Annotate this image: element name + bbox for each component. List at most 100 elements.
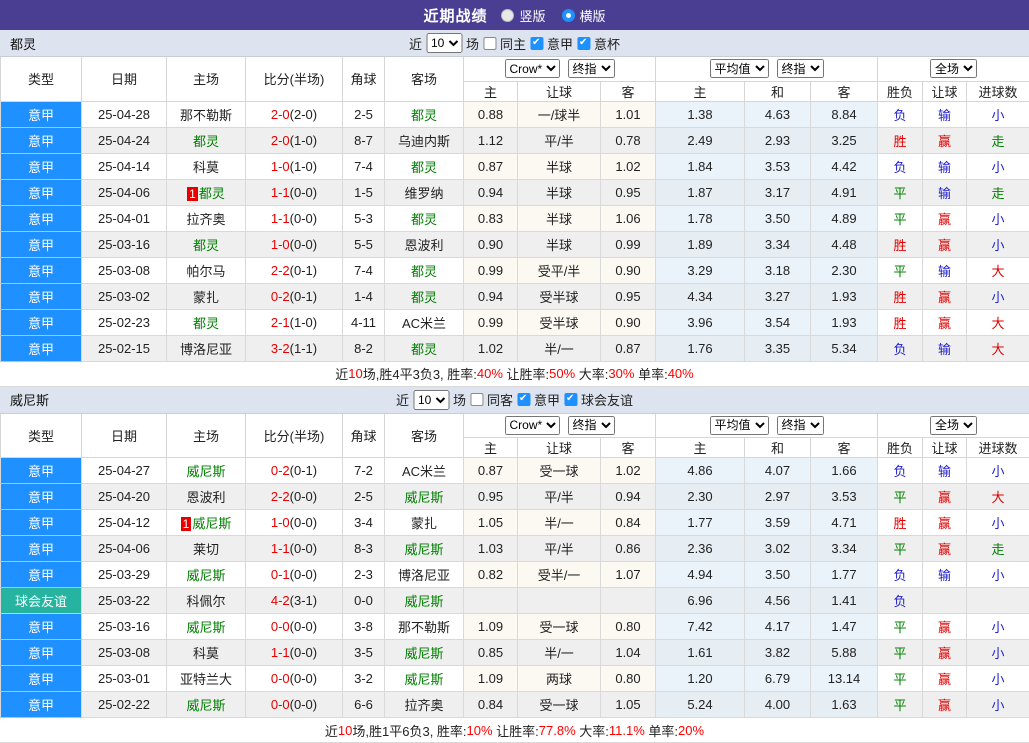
match-type-cell: 意甲 [1,257,82,283]
result-cell: 小 [967,692,1029,718]
average-stage-select[interactable]: 终指 [777,59,824,78]
corner-cell: 3-8 [343,614,385,640]
match-type-cell: 意甲 [1,335,82,361]
bookmaker-odds-cell [601,588,656,614]
average-stage-select[interactable]: 终指 [777,416,824,435]
average-odds-cell: 3.35 [745,335,811,361]
table-row: 意甲25-03-08帕尔马2-2(0-1)7-4都灵0.99受平/半0.903.… [1,257,1029,283]
fulltime-select[interactable]: 全场 [930,59,977,78]
summary-segment: 让胜率: [493,721,539,740]
serie-a-checkbox[interactable] [517,393,530,406]
average-odds-cell: 1.63 [811,692,878,718]
recent-count-select[interactable]: 10 [413,390,449,410]
sub-avg-draw: 和 [745,81,811,101]
average-odds-cell: 3.82 [745,640,811,666]
col-date: 日期 [82,414,167,458]
average-select[interactable]: 平均值 [710,416,769,435]
bookmaker-odds-cell: 0.87 [601,335,656,361]
summary-segment: 20% [678,723,704,738]
bookmaker-select[interactable]: Crow* [505,416,560,435]
result-cell: 负 [878,588,923,614]
club-friendly-checkbox[interactable] [564,393,577,406]
sub-goals: 进球数 [967,81,1029,101]
corner-cell: 8-7 [343,127,385,153]
average-odds-cell: 6.96 [656,588,745,614]
summary-segment: 大率: [575,364,608,383]
home-team-cell: 恩波利 [167,484,246,510]
summary-segment: 10 [348,366,362,381]
summary-segment: 30% [608,366,634,381]
col-corner: 角球 [343,57,385,101]
average-odds-cell: 1.61 [656,640,745,666]
result-cell: 赢 [923,283,967,309]
corner-cell: 1-5 [343,179,385,205]
match-date-cell: 25-04-01 [82,205,167,231]
away-team-cell: 威尼斯 [385,536,464,562]
coppa-checkbox[interactable] [577,37,590,50]
same-away-checkbox[interactable] [470,393,483,406]
col-score: 比分(半场) [246,57,343,101]
bookmaker-odds-cell: 0.78 [601,127,656,153]
table-row: 意甲25-03-16威尼斯0-0(0-0)3-8那不勒斯1.09受一球0.807… [1,614,1029,640]
away-team-cell: 都灵 [385,283,464,309]
radio-unselected-icon[interactable] [501,9,514,22]
bookmaker-select[interactable]: Crow* [505,59,560,78]
bookmaker-odds-cell: 半球 [518,231,601,257]
bookmaker-odds-cell: 1.02 [601,458,656,484]
result-cell: 大 [967,335,1029,361]
fulltime-group: 全场 [878,414,1029,438]
same-home-label: 同主 [500,34,526,53]
away-team-cell: 威尼斯 [385,484,464,510]
score-cell: 2-0(1-0) [246,127,343,153]
home-team-cell: 1都灵 [167,179,246,205]
odds-stage-select[interactable]: 终指 [568,59,615,78]
bookmaker-odds-cell: 0.86 [601,536,656,562]
recent-count-select[interactable]: 10 [426,33,462,53]
bookmaker-odds-cell: 0.90 [601,309,656,335]
average-select[interactable]: 平均值 [710,59,769,78]
bookmaker-odds-cell: 1.03 [464,536,518,562]
corner-cell: 7-4 [343,153,385,179]
recent-results-page: 近期战绩 竖版 横版 都灵 近 10 场 同主 意甲 意杯 [0,0,1029,743]
table-row: 意甲25-03-08科莫1-1(0-0)3-5威尼斯0.85半/一1.041.6… [1,640,1029,666]
result-cell [967,588,1029,614]
bookmaker-odds-cell: 0.90 [601,257,656,283]
bookmaker-odds-cell: 受半球 [518,309,601,335]
away-team-cell: 都灵 [385,205,464,231]
bookmaker-odds-cell: 0.84 [601,510,656,536]
radio-vertical-layout[interactable]: 竖版 [501,6,545,25]
average-odds-cell: 4.71 [811,510,878,536]
home-team-cell: 蒙扎 [167,283,246,309]
match-type-cell: 意甲 [1,692,82,718]
home-team-cell: 那不勒斯 [167,101,246,127]
team-name: 都灵 [0,34,36,53]
score-cell: 0-0(0-0) [246,614,343,640]
home-team-cell: 威尼斯 [167,614,246,640]
odds-stage-select[interactable]: 终指 [568,416,615,435]
result-cell: 胜 [878,510,923,536]
home-team-cell: 博洛尼亚 [167,335,246,361]
col-type: 类型 [1,414,82,458]
sub-home-odds: 主 [464,81,518,101]
home-team-cell: 都灵 [167,127,246,153]
fulltime-select[interactable]: 全场 [930,416,977,435]
radio-selected-icon[interactable] [562,9,575,22]
result-cell [923,588,967,614]
table-row: 意甲25-04-27威尼斯0-2(0-1)7-2AC米兰0.87受一球1.024… [1,458,1029,484]
result-cell: 赢 [923,536,967,562]
score-cell: 2-2(0-0) [246,484,343,510]
same-home-checkbox[interactable] [483,37,496,50]
score-cell: 0-0(0-0) [246,692,343,718]
result-cell: 小 [967,153,1029,179]
home-team-cell: 威尼斯 [167,562,246,588]
corner-cell: 6-6 [343,692,385,718]
radio-horizontal-layout[interactable]: 横版 [562,6,606,25]
bookmaker-odds-cell: 0.80 [601,614,656,640]
home-team-cell: 科莫 [167,153,246,179]
result-cell: 小 [967,231,1029,257]
serie-a-label: 意甲 [534,390,560,409]
sub-handicap-result: 让球 [923,81,967,101]
col-home: 主场 [167,57,246,101]
bookmaker-odds-cell: 半球 [518,153,601,179]
serie-a-checkbox[interactable] [530,37,543,50]
